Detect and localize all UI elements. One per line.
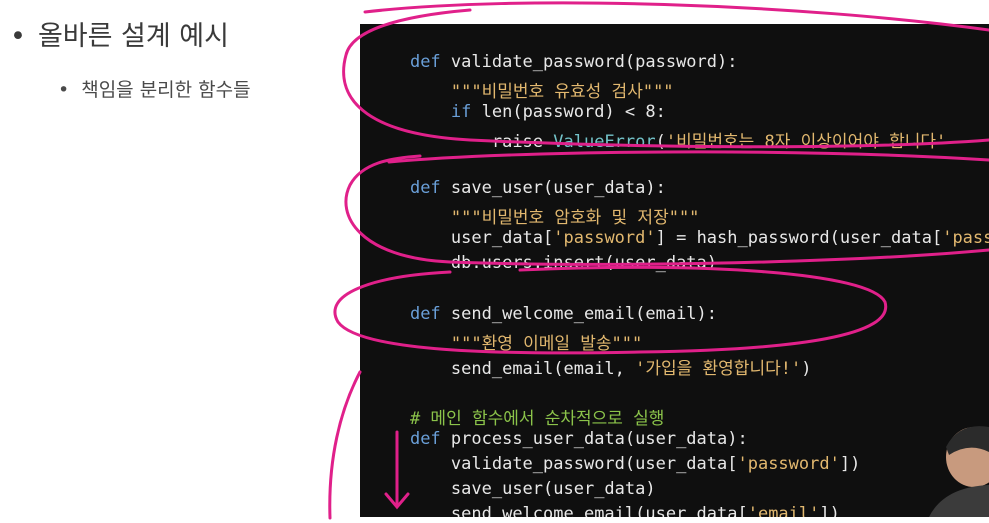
code-text: raise <box>491 132 554 152</box>
code-string: 'password' <box>737 454 840 474</box>
code-class: ValueError <box>553 132 656 152</box>
code-text: ( <box>655 132 666 152</box>
bullet-main: • 올바른 설계 예시 <box>10 14 229 53</box>
code-text: ]) <box>819 504 840 517</box>
code-text: ]) <box>839 454 861 474</box>
code-panel: def validate_password(password): """비밀번호… <box>360 24 989 517</box>
bullet-sub-text: 책임을 분리한 함수들 <box>81 79 251 101</box>
code-text: db.users.insert(user_data) <box>450 253 718 273</box>
bullet-dot: • <box>58 79 70 101</box>
code-string: '가입을 환영합니다!' <box>635 359 802 379</box>
code-string: 'passwo <box>942 228 989 248</box>
bullet-dot: • <box>10 21 26 52</box>
code-string: 'email' <box>747 504 820 517</box>
annotation-curve-left <box>328 370 362 520</box>
code-text: send_welcome_email(user_data[ <box>450 504 748 517</box>
code-text: send_email(email, <box>450 359 636 379</box>
code-string: '비밀번호는 8자 이상이어야 합니다' <box>665 132 947 152</box>
bullet-sub: • 책임을 분리한 함수들 <box>58 75 251 102</box>
presenter-webcam-image <box>929 426 989 517</box>
code-line: send_welcome_email(user_data['email']) <box>369 484 840 517</box>
bullet-main-text: 올바른 설계 예시 <box>37 21 229 52</box>
code-text: ) <box>801 359 812 379</box>
